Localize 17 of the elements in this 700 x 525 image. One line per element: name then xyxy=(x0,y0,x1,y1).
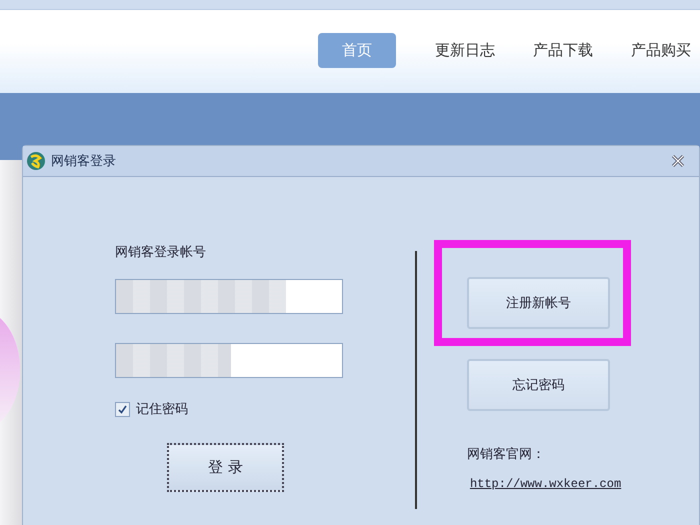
remember-checkbox[interactable] xyxy=(114,402,130,416)
logo-icon xyxy=(26,151,46,171)
site-link[interactable]: http://www.wxkeer.com xyxy=(470,477,631,491)
action-button[interactable]: 注册新帐号 xyxy=(466,277,610,329)
close-icon[interactable] xyxy=(671,154,685,168)
password-field[interactable] xyxy=(114,343,343,378)
account-label: 网销客登录帐号 xyxy=(114,244,207,261)
account-field[interactable] xyxy=(114,279,343,314)
action-button[interactable]: 忘记密码 xyxy=(466,359,610,411)
site-label: 网销客官网： xyxy=(466,446,546,463)
nav-tab[interactable]: 更新日志 xyxy=(416,33,514,68)
nav-tab[interactable]: 产品购买 xyxy=(612,33,700,68)
dialog-title: 网销客登录 xyxy=(50,153,117,170)
remember-label: 记住密码 xyxy=(136,401,188,418)
check-icon xyxy=(118,404,127,414)
nav-tab[interactable]: 产品下载 xyxy=(514,33,612,68)
login-button[interactable]: 登 录 xyxy=(166,443,284,492)
